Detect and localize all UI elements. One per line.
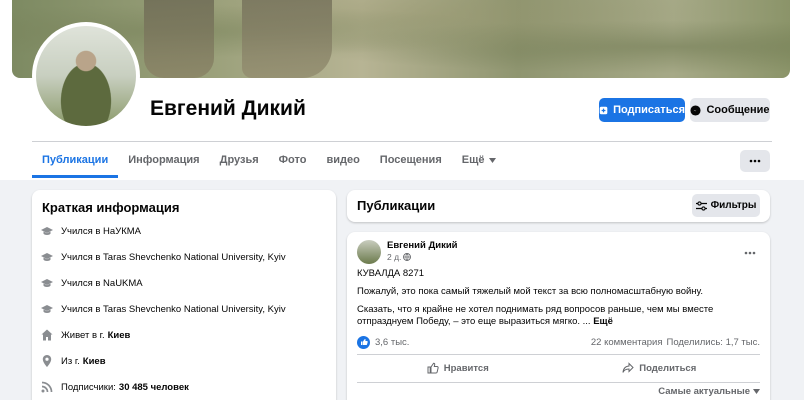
profile-name: Евгений Дикий xyxy=(150,97,306,120)
see-more-link[interactable]: Ещё xyxy=(593,316,613,327)
post-actions: Нравится Поделиться xyxy=(357,356,760,380)
graduation-cap-icon xyxy=(40,250,54,264)
tab-label: Друзья xyxy=(219,154,259,166)
tab-more[interactable]: Ещё xyxy=(452,142,506,178)
intro-item: Учился в Taras Shevchenko National Unive… xyxy=(40,302,286,316)
thumbs-up-icon xyxy=(427,362,439,374)
intro-item-value[interactable]: Киев xyxy=(108,330,131,341)
post-author-name[interactable]: Евгений Дикий xyxy=(387,240,458,251)
ellipsis-icon xyxy=(749,159,761,163)
home-icon xyxy=(40,328,54,342)
posts-title: Публикации xyxy=(357,198,436,213)
post-text-line: Сказать, что я крайне не хотел поднимать… xyxy=(357,304,714,315)
tab-information[interactable]: Информация xyxy=(118,142,209,178)
comments-count[interactable]: 22 комментария xyxy=(591,337,663,348)
divider xyxy=(357,382,760,383)
tab-videos[interactable]: видео xyxy=(316,142,369,178)
post-card: Евгений Дикий 2 д. КУВАЛДА 8271 Пожалуй,… xyxy=(347,232,770,400)
location-pin-icon xyxy=(40,354,54,368)
intro-item: Учился в NaUKMA xyxy=(40,276,143,290)
rss-icon xyxy=(40,380,54,394)
like-label: Нравится xyxy=(443,362,489,374)
intro-item-text: Подписчики: xyxy=(61,381,116,393)
subscribe-button[interactable]: Подписаться xyxy=(599,98,685,122)
intro-item-text: Учился в NaUKMA xyxy=(61,277,143,289)
tab-label: Ещё xyxy=(461,154,485,166)
shares-count[interactable]: Поделились: 1,7 тыс. xyxy=(666,337,760,348)
intro-item-text: Живет в г. xyxy=(61,329,105,341)
cover-figure xyxy=(242,0,332,78)
intro-item-text: Учился в Taras Shevchenko National Unive… xyxy=(61,303,286,315)
like-reaction-icon xyxy=(357,335,370,349)
message-button[interactable]: Сообщение xyxy=(690,98,770,122)
profile-header: Евгений Дикий Подписаться Сообщение Публ… xyxy=(0,0,804,180)
cover-figure xyxy=(144,0,214,78)
subscribe-icon xyxy=(599,106,608,114)
intro-item: Живет в г. Киев xyxy=(40,328,130,342)
post-options-button[interactable] xyxy=(744,242,756,258)
post-author-avatar[interactable] xyxy=(357,240,381,264)
graduation-cap-icon xyxy=(40,302,54,316)
intro-item: Из г. Киев xyxy=(40,354,106,368)
sort-label: Самые актуальные xyxy=(658,386,750,397)
messenger-icon xyxy=(690,104,701,116)
ellipsis-icon xyxy=(744,251,756,255)
divider xyxy=(357,354,760,355)
graduation-cap-icon xyxy=(40,276,54,290)
tab-label: Информация xyxy=(128,154,200,166)
post-stats: 3,6 тыс. 22 комментария Поделились: 1,7 … xyxy=(357,334,760,350)
tab-label: видео xyxy=(326,154,360,166)
posts-header-card: Публикации Фильтры xyxy=(347,190,770,222)
more-options-button[interactable] xyxy=(740,150,770,172)
intro-item-text: Учился в Taras Shevchenko National Unive… xyxy=(61,251,286,263)
intro-item: Учился в НаУКМА xyxy=(40,224,141,238)
post-time-text: 2 д. xyxy=(387,252,402,262)
profile-tabs: Публикации Информация Друзья Фото видео … xyxy=(32,142,506,178)
message-label: Сообщение xyxy=(706,104,770,116)
globe-icon xyxy=(403,253,412,261)
sliders-icon xyxy=(695,200,707,211)
like-button[interactable]: Нравится xyxy=(357,356,559,380)
comment-sort-dropdown[interactable]: Самые актуальные xyxy=(658,386,760,397)
intro-item-value[interactable]: Киев xyxy=(83,356,106,367)
post-text-line: КУВАЛДА 8271 xyxy=(357,268,425,279)
tab-publications[interactable]: Публикации xyxy=(32,142,119,178)
intro-item-text: Учился в НаУКМА xyxy=(61,225,142,237)
filters-button[interactable]: Фильтры xyxy=(692,194,760,217)
share-label: Поделиться xyxy=(639,362,697,374)
intro-title: Краткая информация xyxy=(42,200,180,215)
reactions-count[interactable]: 3,6 тыс. xyxy=(375,337,409,348)
post-timestamp[interactable]: 2 д. xyxy=(387,252,412,262)
subscribe-label: Подписаться xyxy=(613,104,685,116)
filters-label: Фильтры xyxy=(710,200,757,211)
tab-label: Посещения xyxy=(379,154,442,166)
tab-checkins[interactable]: Посещения xyxy=(370,142,452,178)
tab-friends[interactable]: Друзья xyxy=(210,142,269,178)
intro-item: Учился в Taras Shevchenko National Unive… xyxy=(40,250,286,264)
intro-item-value: 30 485 человек xyxy=(118,381,189,393)
post-text-fragment: отпразднуем Победу, – это еще выразиться… xyxy=(357,316,591,327)
post-text-line: Пожалуй, это пока самый тяжелый мой текс… xyxy=(357,286,703,297)
tab-label: Фото xyxy=(278,154,307,166)
caret-down-icon xyxy=(488,157,496,163)
tab-label: Публикации xyxy=(42,154,109,166)
intro-card: Краткая информация Учился в НаУКМА Училс… xyxy=(32,190,336,400)
intro-item: Подписчики: 30 485 человек xyxy=(40,380,189,394)
caret-down-icon xyxy=(753,389,760,394)
tab-photos[interactable]: Фото xyxy=(269,142,317,178)
share-button[interactable]: Поделиться xyxy=(559,356,761,380)
graduation-cap-icon xyxy=(40,224,54,238)
profile-avatar[interactable] xyxy=(32,22,140,130)
post-text-line: отпразднуем Победу, – это еще выразиться… xyxy=(357,316,757,328)
share-arrow-icon xyxy=(622,362,634,373)
intro-item-text: Из г. xyxy=(61,355,80,367)
